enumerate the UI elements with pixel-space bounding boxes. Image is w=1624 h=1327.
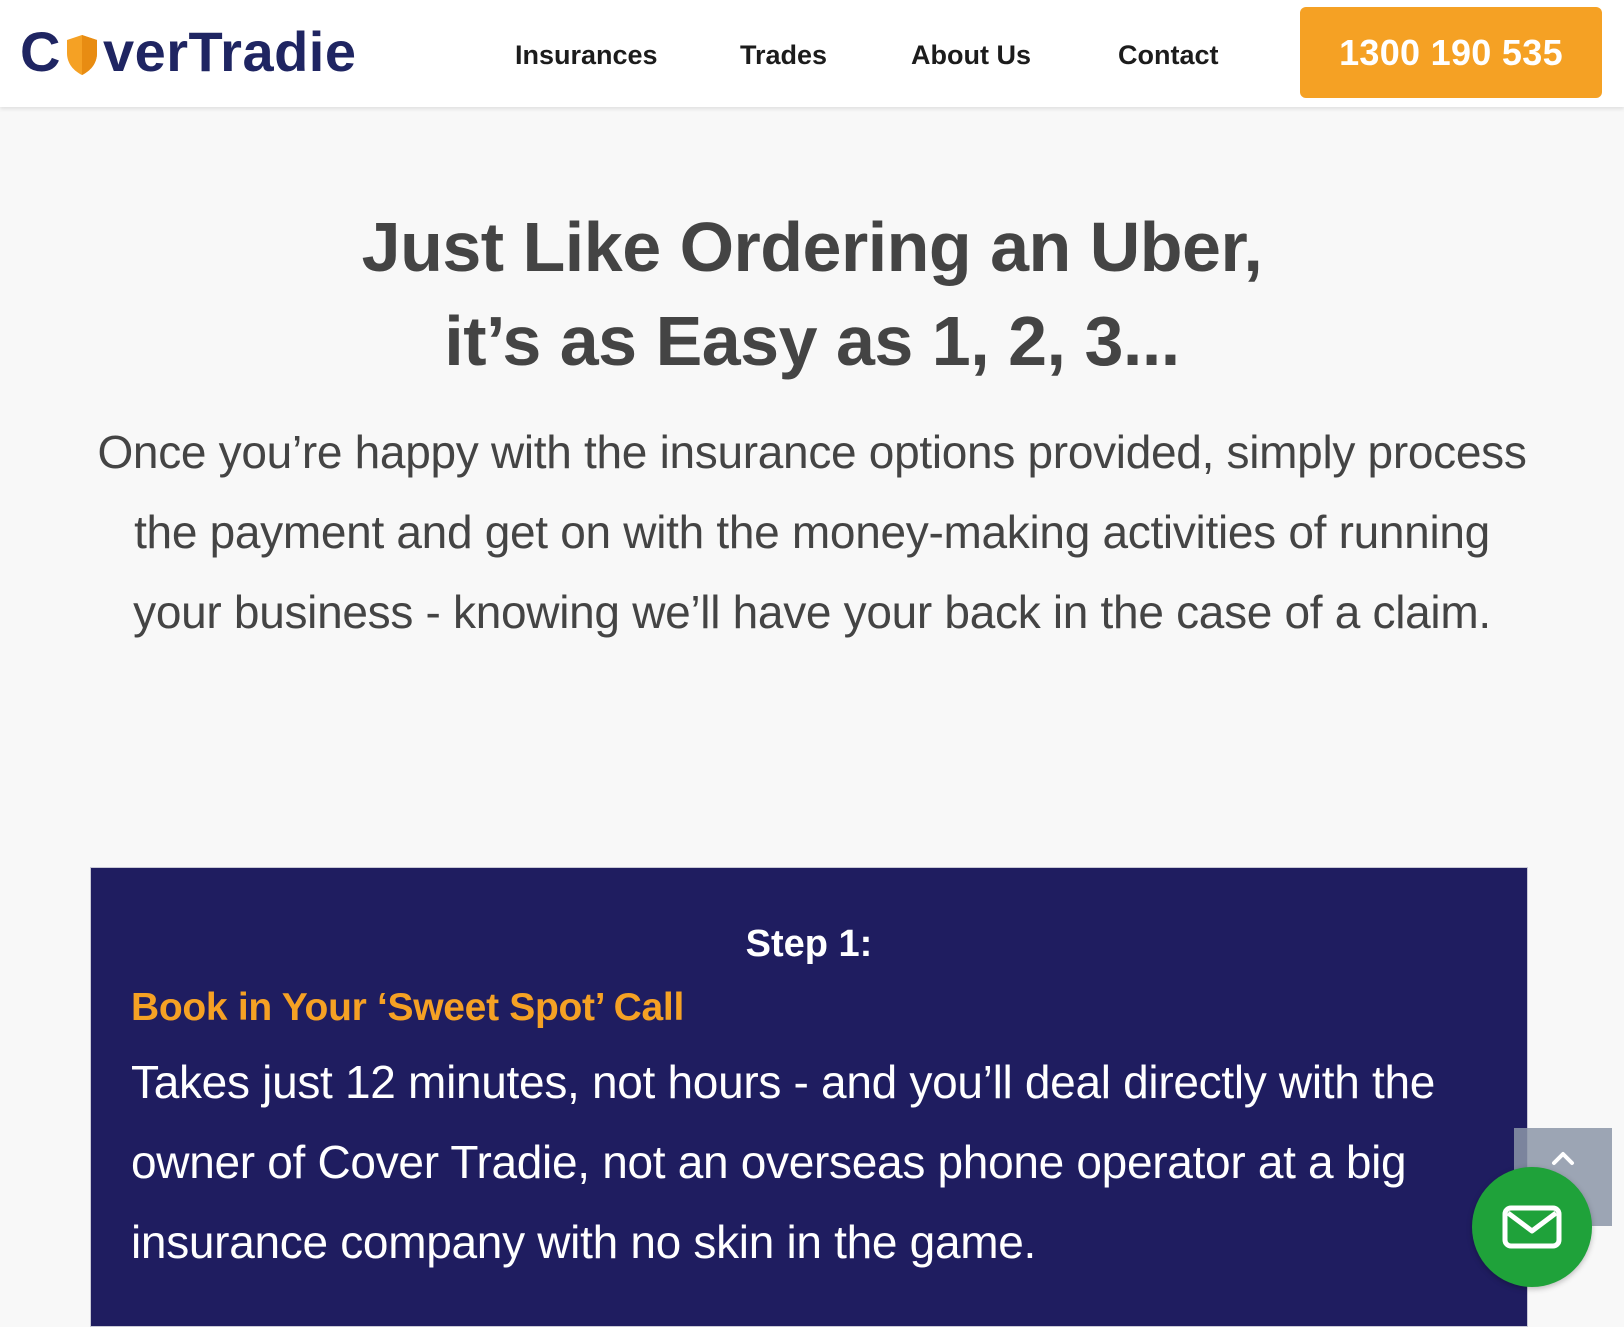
step-description: Takes just 12 minutes, not hours - and y… (131, 1056, 1436, 1268)
hero-title: Just Like Ordering an Uber, it’s as Easy… (0, 200, 1624, 388)
step-heading: Book in Your ‘Sweet Spot’ Call (131, 986, 684, 1029)
chevron-up-icon (1552, 1152, 1574, 1165)
envelope-icon (1502, 1205, 1562, 1249)
hero-description: Once you’re happy with the insurance opt… (97, 426, 1527, 638)
nav-insurances[interactable]: Insurances (515, 40, 658, 71)
step-label: Step 1: (745, 923, 873, 965)
phone-call-button[interactable]: 1300 190 535 (1300, 7, 1602, 98)
nav-trades[interactable]: Trades (740, 40, 827, 71)
nav-contact[interactable]: Contact (1118, 40, 1219, 71)
logo-text-c: C (20, 20, 61, 83)
hero-title-line2: it’s as Easy as 1, 2, 3... (444, 302, 1180, 380)
cover-tradie-logo[interactable]: C ver Tradie (20, 22, 357, 82)
site-header: C ver Tradie Insurances Trades About Us … (0, 0, 1624, 107)
logo-text-ver: ver (102, 20, 189, 83)
step-card: Step 1: Book in Your ‘Sweet Spot’ Call T… (90, 867, 1528, 1327)
hero-title-line1: Just Like Ordering an Uber, (361, 208, 1263, 286)
nav-about-us[interactable]: About Us (911, 40, 1031, 71)
chat-message-button[interactable] (1472, 1167, 1592, 1287)
shield-icon (66, 35, 97, 75)
logo-text-tradie: Tradie (188, 20, 357, 83)
